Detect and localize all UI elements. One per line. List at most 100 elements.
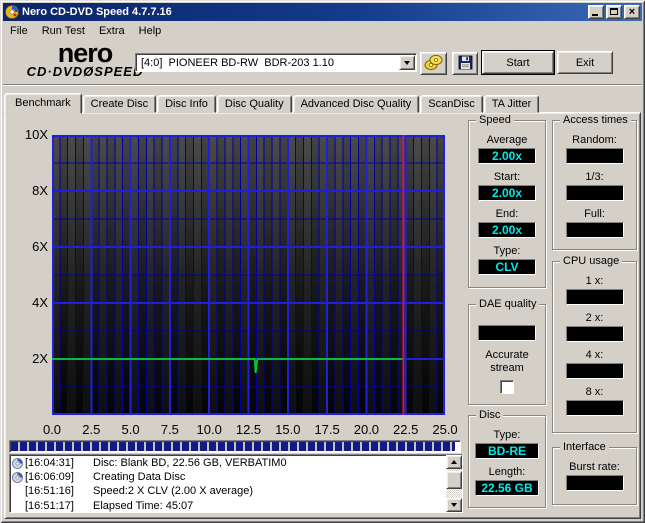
log-entry-time: [16:06:09] [25,471,74,484]
y-axis-tick-8x: 8X [32,183,48,198]
access-times-label-random: Random: [572,134,617,146]
menu-item-extra[interactable]: Extra [92,24,132,38]
log-entry-text: Elapsed Time: 45:07 [93,499,194,512]
x-axis-tick-0-0: 0.0 [42,422,62,437]
access-times-value-random [565,148,624,164]
speed-value-type: CLV [478,259,536,275]
disc-value-length: 22.56 GB [475,480,539,496]
log-entry[interactable]: [16:51:17] Elapsed Time: 45:07 [12,499,446,512]
cpu-usage-value-2-x [565,326,624,342]
tab-disc-info[interactable]: Disc Info [157,95,216,113]
app-window: Nero CD-DVD Speed 4.7.7.16 × File Run Tes… [0,0,645,523]
x-axis-tick-12-5: 12.5 [235,422,262,437]
maximize-icon [610,8,618,15]
minimize-button[interactable] [588,5,604,19]
log-entry[interactable]: [16:04:31] Disc: Blank BD, 22.56 GB, VERB… [12,456,446,470]
x-axis-tick-22-5: 22.5 [393,422,419,437]
menu-item-help[interactable]: Help [132,24,169,38]
minimize-icon [592,14,598,16]
title-bar[interactable]: Nero CD-DVD Speed 4.7.7.16 × [3,3,642,21]
y-axis-tick-10x: 10X [24,127,48,142]
close-icon: × [628,6,636,18]
scroll-up-button[interactable] [446,455,462,469]
access-times-label-full: Full: [584,208,605,220]
disc-panel-title: Disc [476,409,504,421]
log-listbox[interactable]: [16:04:31] Disc: Blank BD, 22.56 GB, VERB… [9,454,463,513]
log-entry[interactable]: [16:51:16] Speed:2 X CLV (2.00 X average) [12,484,446,498]
speed-label-average: Average [486,134,528,146]
dae-quality-value [478,325,536,341]
dae-quality-panel: DAE quality Accurate stream [468,298,546,405]
speed-value-average: 2.00x [478,148,536,164]
arrow-up-icon [451,460,457,464]
speed-label-type: Type: [493,245,521,257]
y-axis-tick-6x: 6X [32,239,48,254]
dae-quality-panel-title: DAE quality [476,298,540,310]
tab-scandisc[interactable]: ScanDisc [420,95,483,113]
x-axis-tick-25-0: 25.0 [432,422,458,437]
accurate-stream-label: Accurate stream [485,349,529,374]
cpu-usage-value-4-x [565,363,624,379]
access-times-label-1-3: 1/3: [585,171,604,183]
cpu-usage-label-1-x: 1 x: [585,275,604,287]
y-axis-tick-4x: 4X [32,295,48,310]
speed-panel: Speed Average 2.00x Start: 2.00x End: 2.00x Ty… [468,114,546,288]
scrollbar-track[interactable] [446,469,462,498]
disc-label-length: Length: [488,466,526,478]
tab-disc-quality[interactable]: Disc Quality [216,95,292,113]
benchmark-chart [52,135,445,415]
y-axis-tick-2x: 2X [32,351,48,366]
log-entry-time: [16:51:16] [25,485,74,498]
accurate-stream-checkbox[interactable] [500,380,514,394]
progress-bar-fill [11,442,455,451]
speed-panel-title: Speed [476,114,514,126]
menu-item-run-test[interactable]: Run Test [35,24,92,38]
scrollbar-thumb[interactable] [446,471,462,489]
progress-bar [9,440,461,453]
drive-select-value: [4:0] PIONEER BD-RW BDR-203 1.10 [141,56,334,69]
log-entry-time: [16:51:17] [25,499,74,512]
cpu-usage-label-2-x: 2 x: [585,312,604,324]
maximize-button[interactable] [606,5,622,19]
exit-button[interactable]: Exit [557,51,613,74]
drive-select[interactable]: [4:0] PIONEER BD-RW BDR-203 1.10 [135,53,417,72]
close-button[interactable]: × [624,5,640,19]
cpu-usage-value-8-x [565,400,624,416]
tab-ta-jitter[interactable]: TA Jitter [483,95,540,113]
interface-panel-title: Interface [560,441,609,453]
tab-create-disc[interactable]: Create Disc [82,95,157,113]
cpu-usage-label-8-x: 8 x: [585,386,604,398]
log-entry[interactable]: [16:06:09] Creating Data Disc [12,470,446,484]
tab-strip: Benchmark Create Disc Disc Info Disc Qualit… [4,92,540,114]
x-axis-tick-15-0: 15.0 [275,422,301,437]
cpu-usage-panel: CPU usage 1 x: 2 x: 4 x: 8 x: [552,255,637,433]
chevron-down-icon[interactable] [399,55,415,70]
save-button[interactable] [452,52,478,75]
interface-value-burst-rate [565,475,624,491]
scroll-down-button[interactable] [446,498,462,512]
disc-icon [12,457,25,469]
discs-icon [424,54,443,74]
speed-value-start: 2.00x [478,185,536,201]
log-scrollbar[interactable] [446,455,462,512]
x-axis-tick-17-5: 17.5 [314,422,340,437]
access-times-value-1-3 [565,185,624,201]
toolbar-separator [3,84,642,86]
floppy-save-icon [458,55,473,73]
interface-panel: Interface Burst rate: [552,441,637,505]
x-axis-tick-10-0: 10.0 [196,422,222,437]
tab-advanced-disc-quality[interactable]: Advanced Disc Quality [292,95,420,113]
eject-disc-button[interactable] [420,52,447,75]
disc-icon [12,486,25,497]
start-button[interactable]: Start [481,50,555,75]
disc-panel: Disc Type: BD-RE Length: 22.56 GB [468,409,546,508]
disc-value-type: BD-RE [475,443,539,459]
x-axis-tick-20-0: 20.0 [353,422,380,437]
menu-item-file[interactable]: File [3,24,35,38]
access-times-value-full [565,222,624,238]
disc-label-type: Type: [493,429,521,441]
cpu-usage-panel-title: CPU usage [560,255,623,267]
tab-benchmark[interactable]: Benchmark [4,93,82,114]
menu-bar: File Run Test Extra Help [3,22,642,39]
log-list: [16:04:31] Disc: Blank BD, 22.56 GB, VERB… [10,455,446,512]
